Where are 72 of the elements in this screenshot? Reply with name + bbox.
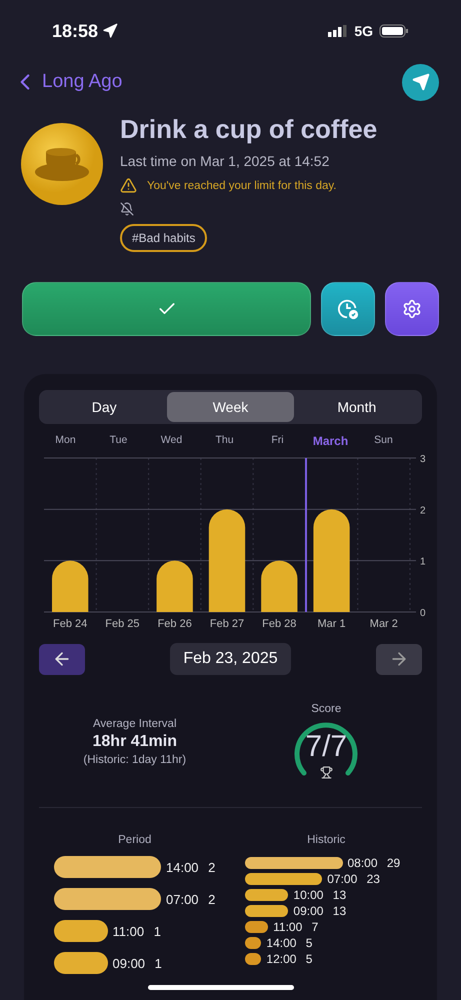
axis-label: Mar 1	[318, 618, 346, 630]
time-bar	[244, 937, 262, 949]
time-count: 09:00 13	[293, 904, 346, 918]
signal-icon	[328, 25, 348, 37]
axis-tick-label: 0	[420, 608, 426, 619]
time-count: 11:00 7	[273, 920, 318, 934]
axis-label: Feb 27	[210, 618, 244, 630]
time-count: 14:00 5	[266, 936, 312, 950]
axis-label: Feb 25	[105, 618, 140, 630]
axis-label: Feb 26	[158, 618, 192, 630]
weekday-label: Thu	[214, 434, 235, 448]
time-count: 14:00 2	[166, 860, 216, 874]
clock-check-icon	[337, 298, 359, 320]
time-count: 11:00 1	[112, 924, 161, 938]
axis-label: Feb 24	[53, 618, 88, 630]
weekday-label: Tue	[108, 434, 128, 448]
time-bar	[54, 920, 108, 942]
weekday-label: Wed	[160, 434, 184, 448]
time-bar	[244, 953, 262, 965]
trophy-icon	[320, 766, 334, 779]
settings-button[interactable]	[385, 282, 439, 336]
period-tab[interactable]: Day	[41, 392, 168, 422]
time-count: 08:00 29	[348, 856, 400, 870]
time-count: 07:00 23	[327, 872, 380, 886]
score-value: 7/7	[305, 730, 348, 764]
time-count: 10:00 13	[293, 888, 346, 902]
next-button[interactable]	[376, 644, 422, 674]
chart-bar	[156, 560, 193, 612]
last-time-text: Last time on Mar 1, 2025 at 14:52	[120, 153, 330, 169]
back-button[interactable]: Long Ago	[12, 69, 122, 95]
axis-tick-label: 1	[420, 556, 426, 568]
weekday-label: Mon	[54, 434, 77, 448]
date-label: Feb 23, 2025	[170, 643, 291, 675]
history-button[interactable]	[321, 282, 375, 336]
bell-off-icon	[120, 202, 134, 216]
score-label: Score	[311, 703, 342, 715]
share-button[interactable]	[402, 64, 439, 100]
network-label: 5G	[354, 23, 373, 39]
limit-warning: You've reached your limit for this day.	[147, 180, 336, 192]
historic-average: (Historic: 1day 11hr)	[83, 754, 186, 766]
weekday-label: Fri	[270, 434, 285, 448]
list-heading: Period	[118, 834, 152, 846]
status-time: 18:58	[52, 20, 98, 42]
time-bar	[244, 921, 268, 933]
habit-title: Drink a cup of coffee	[120, 114, 378, 145]
period-tab[interactable]: Week	[167, 392, 294, 422]
list-heading: Historic	[307, 834, 346, 846]
month-marker: March	[312, 434, 350, 448]
battery-icon	[379, 24, 409, 38]
average-value: 18hr 41min	[92, 733, 177, 751]
average-label: Average Interval	[92, 718, 177, 730]
weekday-label: Sun	[373, 434, 394, 448]
chart-bar	[261, 560, 298, 612]
axis-label: Feb 28	[262, 618, 296, 630]
axis-tick-label: 2	[420, 505, 426, 516]
time-bar	[244, 889, 288, 901]
warning-icon	[120, 177, 137, 194]
time-count: 12:00 5	[266, 952, 312, 966]
settings-icon	[402, 299, 422, 319]
time-count: 07:00 2	[166, 892, 216, 906]
time-count: 09:00 1	[112, 956, 162, 970]
location-icon	[102, 23, 118, 39]
time-bar	[54, 952, 108, 974]
axis-label: Mar 2	[370, 618, 398, 630]
send-icon	[412, 73, 430, 91]
previous-button[interactable]	[39, 644, 85, 674]
period-tab[interactable]: Month	[294, 392, 420, 422]
coffee-cup-icon	[20, 122, 104, 206]
time-bar	[244, 905, 288, 917]
tag-chip[interactable]: #Bad habits	[120, 224, 208, 252]
chart-bar	[52, 560, 88, 612]
axis-tick-label: 3	[420, 454, 426, 465]
